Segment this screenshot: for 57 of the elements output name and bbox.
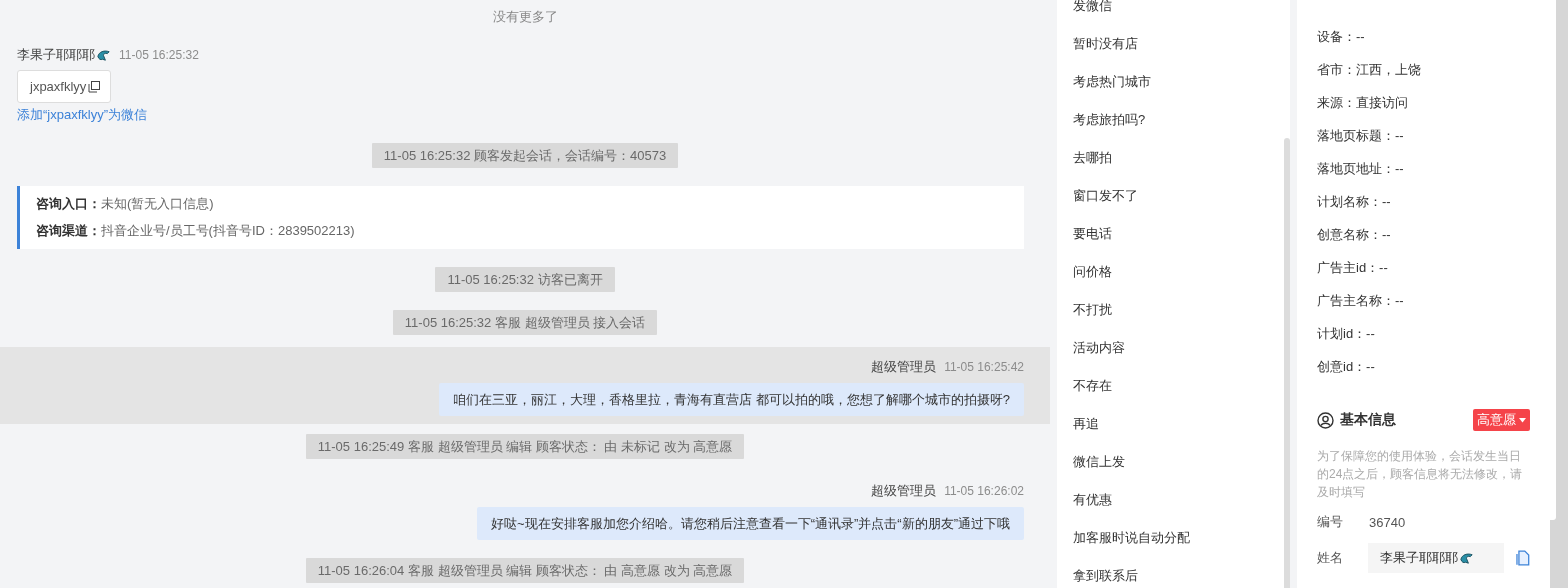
message-time: 11-05 16:25:32	[119, 47, 199, 64]
info-line: 来源：直接访问	[1317, 94, 1409, 112]
scrollbar-thumb[interactable]	[1550, 0, 1556, 520]
message-time: 11-05 16:25:42	[944, 359, 1024, 376]
quick-reply-item[interactable]: 活动内容	[1057, 329, 1281, 367]
system-notice: 11-05 16:26:04 客服 超级管理员 编辑 顾客状态： 由 高意愿 改为 高意愿	[305, 558, 745, 583]
info-line: 落地页标题：--	[1317, 127, 1405, 145]
system-notice: 11-05 16:25:32 客服 超级管理员 接入会话	[392, 310, 658, 335]
field-label: 编号	[1317, 513, 1344, 531]
info-line: 省市：江西，上饶	[1317, 61, 1422, 79]
info-line: 创意名称：--	[1317, 226, 1392, 244]
message-bubble: 好哒~现在安排客服加您介绍哈。请您稍后注意查看一下“通讯录”并点击“新的朋友”通过下哦	[477, 507, 1024, 540]
quick-reply-item[interactable]: 要电话	[1057, 215, 1281, 253]
quick-reply-item[interactable]: 问价格	[1057, 253, 1281, 291]
quick-reply-item[interactable]: 考虑旅拍吗?	[1057, 101, 1281, 139]
field-value: 36740	[1369, 514, 1406, 530]
user-icon	[1317, 411, 1334, 429]
notice-text: 为了保障您的使用体验，会话发生当日的24点之后，顾客信息将无法修改，请及时填写	[1317, 448, 1524, 501]
quick-reply-item[interactable]: 不打扰	[1057, 291, 1281, 329]
no-more-label: 没有更多了	[492, 8, 558, 26]
message-time: 11-05 16:26:02	[944, 483, 1024, 500]
info-line: 广告主id：--	[1317, 259, 1389, 277]
quick-reply-item[interactable]: 考虑热门城市	[1057, 63, 1281, 101]
quick-reply-item[interactable]: 拿到联系后	[1057, 557, 1281, 588]
section-title: 基本信息	[1340, 411, 1396, 429]
message-bubble: 咱们在三亚，丽江，大理，香格里拉，青海有直营店 都可以拍的哦，您想了解哪个城市的拍摄呀?	[439, 383, 1024, 416]
quick-reply-item[interactable]: 再追	[1057, 405, 1281, 443]
quick-reply-item[interactable]: 暂时没有店	[1057, 25, 1281, 63]
quick-reply-item[interactable]: 发微信	[1057, 0, 1281, 25]
wechat-id-card[interactable]: jxpaxfklyy	[17, 70, 112, 103]
info-line: 落地页地址：--	[1317, 160, 1405, 178]
info-line: 创意id：--	[1317, 358, 1376, 376]
field-label: 姓名	[1317, 549, 1344, 567]
agent-name: 超级管理员	[871, 482, 937, 500]
agent-name: 超级管理员	[871, 358, 937, 376]
intent-dropdown[interactable]: 高意愿	[1473, 409, 1530, 431]
quick-reply-item[interactable]: 去哪拍	[1057, 139, 1281, 177]
system-notice: 11-05 16:25:32 访客已离开	[435, 267, 615, 292]
info-line: 广告主名称：--	[1317, 292, 1405, 310]
quick-reply-item[interactable]: 窗口发不了	[1057, 177, 1281, 215]
add-wechat-link[interactable]: 添加“jxpaxfklyy”为微信	[17, 107, 147, 123]
customer-name: 李果子耶耶耶	[17, 46, 95, 64]
entry-info-line: 咨询渠道：抖音企业号/员工号(抖音号ID：2839502213)	[36, 222, 356, 240]
quick-reply-item[interactable]: 微信上发	[1057, 443, 1281, 481]
system-notice: 11-05 16:25:32 顾客发起会话，会话编号：40573	[371, 143, 679, 168]
quick-reply-item[interactable]: 不存在	[1057, 367, 1281, 405]
quick-reply-item[interactable]: 加客服时说自动分配	[1057, 519, 1281, 557]
copy-icon[interactable]	[88, 80, 101, 93]
info-line: 计划id：--	[1317, 325, 1376, 343]
caret-icon	[1519, 417, 1526, 423]
system-notice: 11-05 16:25:49 客服 超级管理员 编辑 顾客状态： 由 未标记 改为 高意愿	[305, 434, 745, 459]
name-field[interactable]: 李果子耶耶耶	[1367, 543, 1505, 573]
scrollbar-thumb[interactable]	[1284, 138, 1290, 588]
info-line: 计划名称：--	[1317, 193, 1392, 211]
entry-info-line: 咨询入口：未知(暂无入口信息)	[36, 195, 215, 213]
info-line: 设备：--	[1317, 28, 1366, 46]
quick-reply-item[interactable]: 有优惠	[1057, 481, 1281, 519]
